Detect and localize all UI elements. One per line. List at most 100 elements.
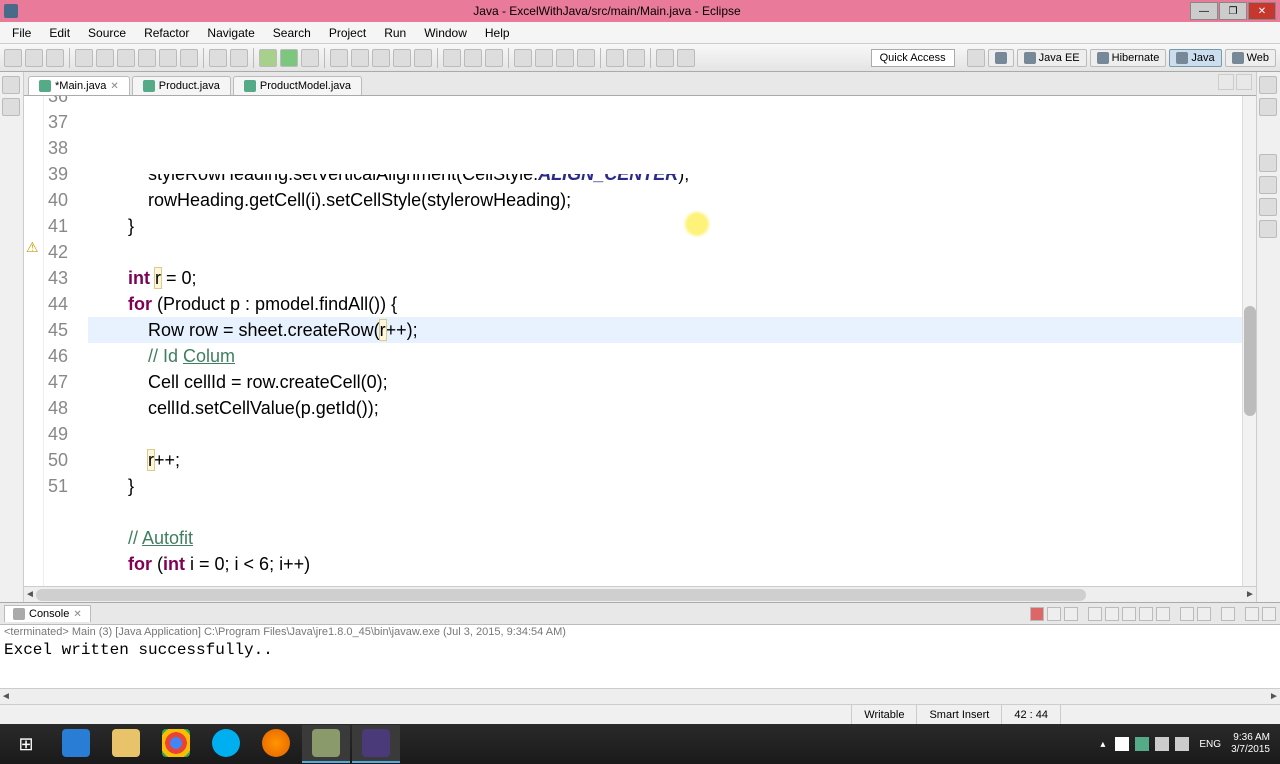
tool-icon[interactable] (180, 49, 198, 67)
terminate-icon[interactable] (1030, 607, 1044, 621)
tool-icon[interactable] (577, 49, 595, 67)
coverage-icon[interactable] (301, 49, 319, 67)
save-icon[interactable] (25, 49, 43, 67)
console-menu-icon[interactable] (1221, 607, 1235, 621)
tool-icon[interactable] (485, 49, 503, 67)
perspective-hibernate[interactable]: Hibernate (1090, 49, 1167, 67)
tool-icon[interactable] (414, 49, 432, 67)
tool-icon[interactable] (372, 49, 390, 67)
tray-icon[interactable] (1135, 737, 1149, 751)
save-all-icon[interactable] (46, 49, 64, 67)
view-icon[interactable] (1259, 154, 1277, 172)
package-explorer-icon[interactable] (2, 76, 20, 94)
menu-help[interactable]: Help (477, 24, 518, 42)
start-button[interactable]: ⊞ (2, 724, 50, 764)
tool-icon[interactable] (535, 49, 553, 67)
type-hierarchy-icon[interactable] (2, 98, 20, 116)
horizontal-scrollbar[interactable]: ◄ ► (24, 586, 1256, 602)
warning-icon[interactable]: ⚠ (26, 239, 39, 256)
tool-icon[interactable] (393, 49, 411, 67)
view-icon[interactable] (1259, 220, 1277, 238)
scroll-lock-icon[interactable] (1105, 607, 1119, 621)
code-line[interactable]: } (88, 213, 1256, 239)
taskbar-eclipse[interactable] (352, 725, 400, 763)
tray-network-icon[interactable] (1155, 737, 1169, 751)
task-list-icon[interactable] (1259, 98, 1277, 116)
tool-icon[interactable] (209, 49, 227, 67)
menu-search[interactable]: Search (265, 24, 319, 42)
code-line[interactable]: // Autofit (88, 525, 1256, 551)
maximize-view-icon[interactable] (1262, 607, 1276, 621)
tool-icon[interactable] (556, 49, 574, 67)
tool-icon[interactable] (138, 49, 156, 67)
word-wrap-icon[interactable] (1122, 607, 1136, 621)
code-line[interactable] (88, 421, 1256, 447)
display-selected-icon[interactable] (1156, 607, 1170, 621)
tray-icon[interactable] (1115, 737, 1129, 751)
tool-icon[interactable] (230, 49, 248, 67)
perspective-web[interactable]: Web (1225, 49, 1276, 67)
perspective-icon[interactable] (988, 49, 1014, 67)
outline-icon[interactable] (1259, 76, 1277, 94)
menu-file[interactable]: File (4, 24, 39, 42)
tool-icon[interactable] (330, 49, 348, 67)
tray-language[interactable]: ENG (1199, 739, 1221, 750)
taskbar-firefox[interactable] (252, 725, 300, 763)
code-line[interactable]: // Id Colum (88, 343, 1256, 369)
tool-icon[interactable] (464, 49, 482, 67)
view-icon[interactable] (1259, 176, 1277, 194)
vertical-scrollbar[interactable] (1242, 96, 1256, 586)
menu-window[interactable]: Window (416, 24, 475, 42)
pin-console-icon[interactable] (1139, 607, 1153, 621)
perspective-java[interactable]: Java (1169, 49, 1221, 67)
system-tray[interactable]: ▴ ENG 9:36 AM 3/7/2015 (1100, 732, 1278, 756)
menu-run[interactable]: Run (376, 24, 414, 42)
tab-console[interactable]: Console ✕ (4, 605, 91, 622)
code-editor[interactable]: ⚠ 36373839404142434445464748495051 style… (24, 96, 1256, 586)
tray-date[interactable]: 3/7/2015 (1231, 744, 1270, 756)
minimize-button[interactable]: — (1190, 2, 1218, 20)
new-console-icon[interactable] (1197, 607, 1211, 621)
code-line[interactable]: int r = 0; (88, 265, 1256, 291)
tool-icon[interactable] (443, 49, 461, 67)
tool-icon[interactable] (75, 49, 93, 67)
code-line[interactable]: r++; (88, 447, 1256, 473)
menu-edit[interactable]: Edit (41, 24, 78, 42)
taskbar-app[interactable] (302, 725, 350, 763)
taskbar-ie[interactable] (52, 725, 100, 763)
tool-icon[interactable] (96, 49, 114, 67)
taskbar-skype[interactable] (202, 725, 250, 763)
code-line[interactable]: styleRowHeading.setVerticalAlignment(Cel… (88, 174, 1256, 187)
debug-icon[interactable] (259, 49, 277, 67)
code-line[interactable] (88, 239, 1256, 265)
tool-icon[interactable] (606, 49, 624, 67)
editor-tab[interactable]: ProductModel.java (233, 76, 362, 95)
remove-launch-icon[interactable] (1047, 607, 1061, 621)
maximize-view-icon[interactable] (1236, 74, 1252, 90)
remove-all-icon[interactable] (1064, 607, 1078, 621)
console-output[interactable]: Excel written successfully.. (0, 639, 1280, 688)
code-line[interactable]: } (88, 473, 1256, 499)
back-icon[interactable] (656, 49, 674, 67)
console-scrollbar[interactable]: ◄ ► (0, 688, 1280, 704)
tool-icon[interactable] (514, 49, 532, 67)
maximize-button[interactable]: ❐ (1219, 2, 1247, 20)
clear-console-icon[interactable] (1088, 607, 1102, 621)
minimize-view-icon[interactable] (1218, 74, 1234, 90)
perspective-java-ee[interactable]: Java EE (1017, 49, 1087, 67)
editor-tab[interactable]: Product.java (132, 76, 231, 95)
menu-refactor[interactable]: Refactor (136, 24, 197, 42)
code-line[interactable]: rowHeading.getCell(i).setCellStyle(style… (88, 187, 1256, 213)
tool-icon[interactable] (627, 49, 645, 67)
menu-project[interactable]: Project (321, 24, 374, 42)
menu-source[interactable]: Source (80, 24, 134, 42)
code-line[interactable]: Row row = sheet.createRow(r++); (88, 317, 1256, 343)
minimize-view-icon[interactable] (1245, 607, 1259, 621)
code-line[interactable]: for (Product p : pmodel.findAll()) { (88, 291, 1256, 317)
tool-icon[interactable] (351, 49, 369, 67)
code-line[interactable]: cellId.setCellValue(p.getId()); (88, 395, 1256, 421)
close-button[interactable]: ✕ (1248, 2, 1276, 20)
menu-navigate[interactable]: Navigate (199, 24, 262, 42)
editor-tab[interactable]: *Main.java✕ (28, 76, 130, 95)
code-line[interactable] (88, 499, 1256, 525)
